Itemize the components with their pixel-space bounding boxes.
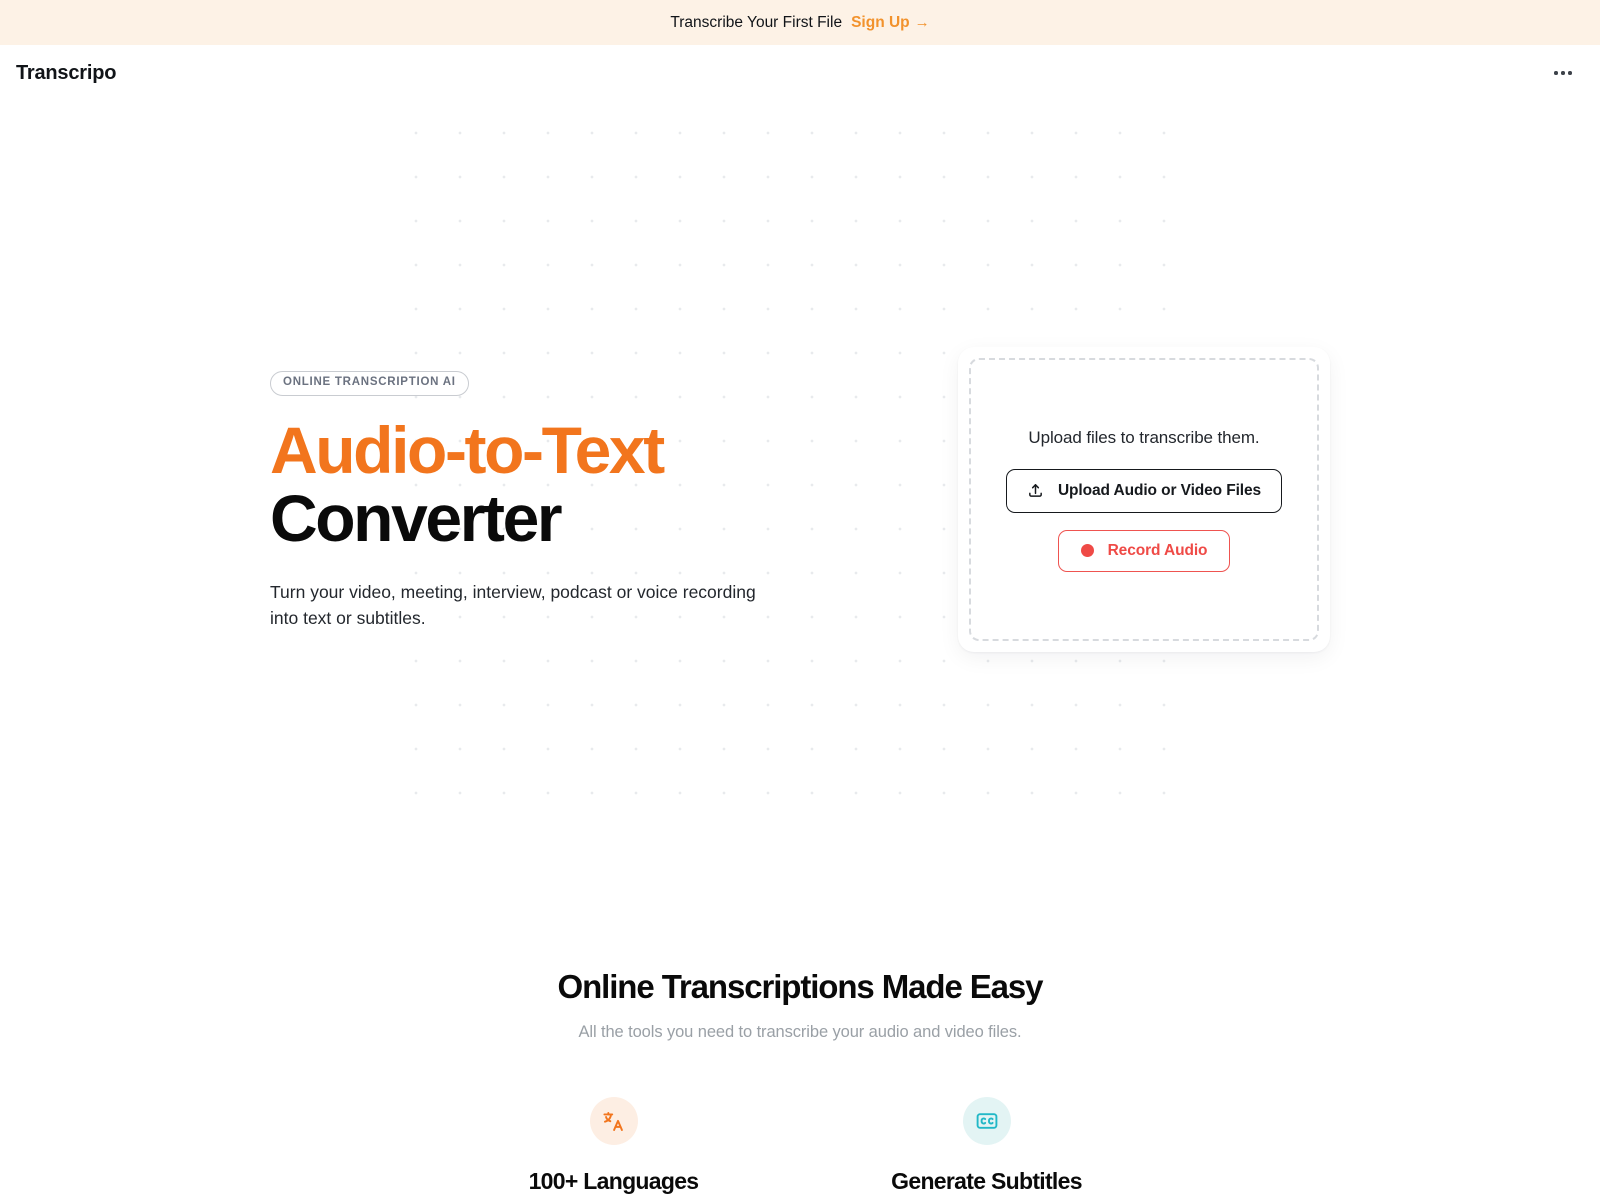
feature-title: Generate Subtitles bbox=[891, 1168, 1082, 1194]
record-audio-button-label: Record Audio bbox=[1107, 541, 1208, 559]
upload-files-button-label: Upload Audio or Video Files bbox=[1057, 481, 1262, 499]
record-audio-button[interactable]: Record Audio bbox=[1057, 529, 1231, 572]
translate-icon bbox=[589, 1097, 638, 1145]
announcement-text: Transcribe Your First File bbox=[670, 13, 843, 31]
feature-card-subtitles: Generate Subtitles Export your transcrip… bbox=[840, 1097, 1133, 1200]
kebab-dot bbox=[1568, 71, 1572, 75]
upload-icon bbox=[1027, 482, 1044, 499]
sign-up-link[interactable]: Sign Up → bbox=[851, 14, 930, 32]
features-section: Online Transcriptions Made Easy All the … bbox=[0, 896, 1600, 1200]
features-subtitle: All the tools you need to transcribe you… bbox=[578, 1023, 1022, 1041]
file-dropzone[interactable]: Upload files to transcribe them. Upload … bbox=[969, 358, 1319, 641]
kebab-menu-icon[interactable] bbox=[1546, 65, 1580, 81]
feature-title: 100+ Languages bbox=[528, 1168, 700, 1194]
sign-up-label: Sign Up bbox=[851, 13, 910, 31]
brand-logo[interactable]: Transcripo bbox=[16, 62, 116, 85]
hero-eyebrow-badge: ONLINE TRANSCRIPTION AI bbox=[270, 371, 469, 396]
site-header: Transcripo bbox=[0, 45, 1600, 101]
kebab-dot bbox=[1561, 71, 1565, 75]
hero-subtitle: Turn your video, meeting, interview, pod… bbox=[270, 581, 756, 629]
hero-copy: ONLINE TRANSCRIPTION AI Audio-to-Text Co… bbox=[270, 371, 780, 632]
upload-files-button[interactable]: Upload Audio or Video Files bbox=[1005, 468, 1283, 513]
hero-title-dark: Converter bbox=[270, 480, 563, 555]
arrow-right-icon: → bbox=[914, 14, 930, 31]
announcement-bar: Transcribe Your First File Sign Up → bbox=[0, 0, 1600, 45]
hero-section: ONLINE TRANSCRIPTION AI Audio-to-Text Co… bbox=[0, 101, 1600, 896]
dropzone-prompt: Upload files to transcribe them. bbox=[1028, 427, 1260, 447]
page-title: Audio-to-Text Converter bbox=[270, 417, 780, 551]
kebab-dot bbox=[1554, 71, 1558, 75]
upload-card: Upload files to transcribe them. Upload … bbox=[958, 347, 1330, 652]
closed-caption-icon bbox=[962, 1097, 1011, 1145]
record-dot-icon bbox=[1080, 544, 1094, 557]
feature-card-languages: 100+ Languages Supporting many languages… bbox=[467, 1097, 760, 1200]
feature-grid: 100+ Languages Supporting many languages… bbox=[0, 1097, 1600, 1200]
hero-title-accent: Audio-to-Text bbox=[270, 412, 665, 487]
features-title: Online Transcriptions Made Easy bbox=[557, 968, 1044, 1005]
